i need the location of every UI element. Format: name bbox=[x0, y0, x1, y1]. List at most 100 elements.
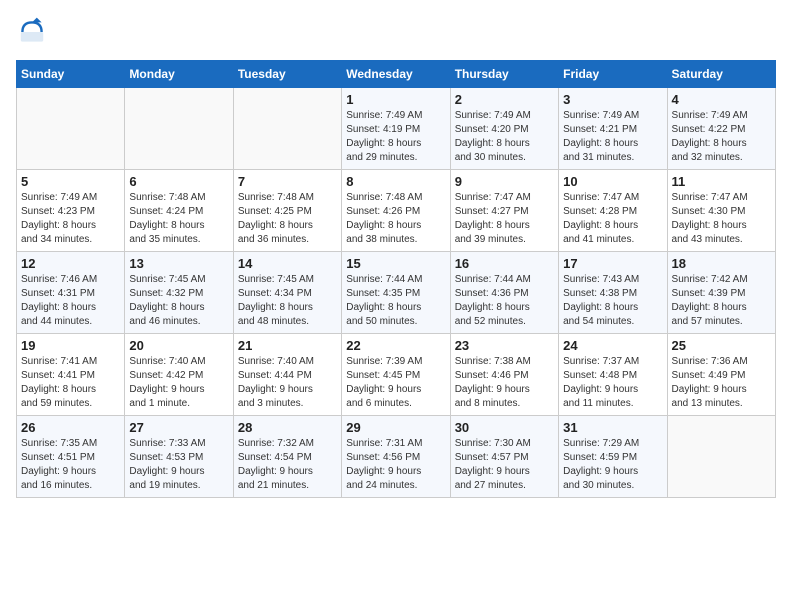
calendar-day-cell: 10 Sunrise: 7:47 AM Sunset: 4:28 PM Dayli… bbox=[559, 170, 667, 252]
day-number: 10 bbox=[563, 174, 662, 189]
calendar-week-row: 12 Sunrise: 7:46 AM Sunset: 4:31 PM Dayli… bbox=[17, 252, 776, 334]
day-content: Sunrise: 7:40 AM Sunset: 4:42 PM Dayligh… bbox=[129, 355, 228, 411]
day-content: Sunrise: 7:47 AM Sunset: 4:30 PM Dayligh… bbox=[672, 191, 771, 247]
day-number: 12 bbox=[21, 256, 120, 271]
calendar-day-cell: 23Sunrise: 7:38 AM Sunset: 4:46 PM Dayli… bbox=[450, 334, 558, 416]
calendar-day-cell: 28 Sunrise: 7:32 AM Sunset: 4:54 PM Dayli… bbox=[233, 416, 341, 498]
calendar-day-cell: 26 Sunrise: 7:35 AM Sunset: 4:51 PM Dayli… bbox=[17, 416, 125, 498]
calendar-day-cell: 27Sunrise: 7:33 AM Sunset: 4:53 PM Dayli… bbox=[125, 416, 233, 498]
day-number: 28 bbox=[238, 420, 337, 435]
day-number: 6 bbox=[129, 174, 228, 189]
day-content: Sunrise: 7:46 AM Sunset: 4:31 PM Dayligh… bbox=[21, 273, 120, 329]
day-content: Sunrise: 7:48 AM Sunset: 4:26 PM Dayligh… bbox=[346, 191, 445, 247]
day-content: Sunrise: 7:42 AM Sunset: 4:39 PM Dayligh… bbox=[672, 273, 771, 329]
calendar-empty-cell bbox=[233, 88, 341, 170]
day-content: Sunrise: 7:48 AM Sunset: 4:25 PM Dayligh… bbox=[238, 191, 337, 247]
day-number: 18 bbox=[672, 256, 771, 271]
day-content: Sunrise: 7:31 AM Sunset: 4:56 PM Dayligh… bbox=[346, 437, 445, 493]
day-content: Sunrise: 7:41 AM Sunset: 4:41 PM Dayligh… bbox=[21, 355, 120, 411]
day-content: Sunrise: 7:39 AM Sunset: 4:45 PM Dayligh… bbox=[346, 355, 445, 411]
calendar-week-row: 1 Sunrise: 7:49 AM Sunset: 4:19 PM Daylig… bbox=[17, 88, 776, 170]
weekday-header: Monday bbox=[125, 61, 233, 88]
calendar-day-cell: 18 Sunrise: 7:42 AM Sunset: 4:39 PM Dayli… bbox=[667, 252, 775, 334]
day-number: 26 bbox=[21, 420, 120, 435]
weekday-header: Saturday bbox=[667, 61, 775, 88]
calendar-day-cell: 16 Sunrise: 7:44 AM Sunset: 4:36 PM Dayli… bbox=[450, 252, 558, 334]
day-content: Sunrise: 7:30 AM Sunset: 4:57 PM Dayligh… bbox=[455, 437, 554, 493]
calendar-week-row: 26 Sunrise: 7:35 AM Sunset: 4:51 PM Dayli… bbox=[17, 416, 776, 498]
day-number: 4 bbox=[672, 92, 771, 107]
day-content: Sunrise: 7:49 AM Sunset: 4:23 PM Dayligh… bbox=[21, 191, 120, 247]
day-content: Sunrise: 7:29 AM Sunset: 4:59 PM Dayligh… bbox=[563, 437, 662, 493]
calendar-day-cell: 19 Sunrise: 7:41 AM Sunset: 4:41 PM Dayli… bbox=[17, 334, 125, 416]
calendar-day-cell: 8 Sunrise: 7:48 AM Sunset: 4:26 PM Daylig… bbox=[342, 170, 450, 252]
day-number: 31 bbox=[563, 420, 662, 435]
day-number: 8 bbox=[346, 174, 445, 189]
calendar-day-cell: 5Sunrise: 7:49 AM Sunset: 4:23 PM Daylig… bbox=[17, 170, 125, 252]
calendar-day-cell: 7Sunrise: 7:48 AM Sunset: 4:25 PM Daylig… bbox=[233, 170, 341, 252]
calendar-header-row: SundayMondayTuesdayWednesdayThursdayFrid… bbox=[17, 61, 776, 88]
calendar-day-cell: 9 Sunrise: 7:47 AM Sunset: 4:27 PM Daylig… bbox=[450, 170, 558, 252]
day-number: 23 bbox=[455, 338, 554, 353]
weekday-header: Thursday bbox=[450, 61, 558, 88]
day-content: Sunrise: 7:47 AM Sunset: 4:28 PM Dayligh… bbox=[563, 191, 662, 247]
day-content: Sunrise: 7:47 AM Sunset: 4:27 PM Dayligh… bbox=[455, 191, 554, 247]
day-number: 13 bbox=[129, 256, 228, 271]
calendar-day-cell: 25 Sunrise: 7:36 AM Sunset: 4:49 PM Dayli… bbox=[667, 334, 775, 416]
calendar-day-cell: 6 Sunrise: 7:48 AM Sunset: 4:24 PM Daylig… bbox=[125, 170, 233, 252]
day-content: Sunrise: 7:49 AM Sunset: 4:21 PM Dayligh… bbox=[563, 109, 662, 165]
weekday-header: Tuesday bbox=[233, 61, 341, 88]
day-content: Sunrise: 7:48 AM Sunset: 4:24 PM Dayligh… bbox=[129, 191, 228, 247]
calendar-day-cell: 21Sunrise: 7:40 AM Sunset: 4:44 PM Dayli… bbox=[233, 334, 341, 416]
calendar-week-row: 19 Sunrise: 7:41 AM Sunset: 4:41 PM Dayli… bbox=[17, 334, 776, 416]
calendar-day-cell: 11 Sunrise: 7:47 AM Sunset: 4:30 PM Dayli… bbox=[667, 170, 775, 252]
calendar-day-cell: 12 Sunrise: 7:46 AM Sunset: 4:31 PM Dayli… bbox=[17, 252, 125, 334]
day-content: Sunrise: 7:45 AM Sunset: 4:32 PM Dayligh… bbox=[129, 273, 228, 329]
logo-icon bbox=[16, 16, 48, 48]
day-content: Sunrise: 7:37 AM Sunset: 4:48 PM Dayligh… bbox=[563, 355, 662, 411]
day-number: 15 bbox=[346, 256, 445, 271]
calendar-day-cell: 17 Sunrise: 7:43 AM Sunset: 4:38 PM Dayli… bbox=[559, 252, 667, 334]
day-content: Sunrise: 7:32 AM Sunset: 4:54 PM Dayligh… bbox=[238, 437, 337, 493]
day-number: 1 bbox=[346, 92, 445, 107]
calendar-day-cell: 31 Sunrise: 7:29 AM Sunset: 4:59 PM Dayli… bbox=[559, 416, 667, 498]
calendar-day-cell: 14Sunrise: 7:45 AM Sunset: 4:34 PM Dayli… bbox=[233, 252, 341, 334]
day-number: 16 bbox=[455, 256, 554, 271]
day-content: Sunrise: 7:44 AM Sunset: 4:35 PM Dayligh… bbox=[346, 273, 445, 329]
weekday-header: Wednesday bbox=[342, 61, 450, 88]
day-number: 9 bbox=[455, 174, 554, 189]
calendar-day-cell: 22Sunrise: 7:39 AM Sunset: 4:45 PM Dayli… bbox=[342, 334, 450, 416]
calendar-day-cell: 4 Sunrise: 7:49 AM Sunset: 4:22 PM Daylig… bbox=[667, 88, 775, 170]
calendar-day-cell: 20 Sunrise: 7:40 AM Sunset: 4:42 PM Dayli… bbox=[125, 334, 233, 416]
day-content: Sunrise: 7:44 AM Sunset: 4:36 PM Dayligh… bbox=[455, 273, 554, 329]
calendar-empty-cell bbox=[17, 88, 125, 170]
day-number: 2 bbox=[455, 92, 554, 107]
calendar-day-cell: 15 Sunrise: 7:44 AM Sunset: 4:35 PM Dayli… bbox=[342, 252, 450, 334]
day-number: 29 bbox=[346, 420, 445, 435]
page-header bbox=[16, 16, 776, 48]
day-content: Sunrise: 7:36 AM Sunset: 4:49 PM Dayligh… bbox=[672, 355, 771, 411]
calendar-day-cell: 1 Sunrise: 7:49 AM Sunset: 4:19 PM Daylig… bbox=[342, 88, 450, 170]
weekday-header: Sunday bbox=[17, 61, 125, 88]
day-number: 11 bbox=[672, 174, 771, 189]
calendar-day-cell: 3Sunrise: 7:49 AM Sunset: 4:21 PM Daylig… bbox=[559, 88, 667, 170]
logo bbox=[16, 16, 52, 48]
day-number: 25 bbox=[672, 338, 771, 353]
day-number: 19 bbox=[21, 338, 120, 353]
day-content: Sunrise: 7:49 AM Sunset: 4:19 PM Dayligh… bbox=[346, 109, 445, 165]
calendar-day-cell: 30 Sunrise: 7:30 AM Sunset: 4:57 PM Dayli… bbox=[450, 416, 558, 498]
day-number: 20 bbox=[129, 338, 228, 353]
day-content: Sunrise: 7:49 AM Sunset: 4:20 PM Dayligh… bbox=[455, 109, 554, 165]
day-content: Sunrise: 7:35 AM Sunset: 4:51 PM Dayligh… bbox=[21, 437, 120, 493]
calendar-day-cell: 29 Sunrise: 7:31 AM Sunset: 4:56 PM Dayli… bbox=[342, 416, 450, 498]
calendar-day-cell: 24Sunrise: 7:37 AM Sunset: 4:48 PM Dayli… bbox=[559, 334, 667, 416]
day-number: 30 bbox=[455, 420, 554, 435]
day-content: Sunrise: 7:49 AM Sunset: 4:22 PM Dayligh… bbox=[672, 109, 771, 165]
weekday-header: Friday bbox=[559, 61, 667, 88]
day-content: Sunrise: 7:43 AM Sunset: 4:38 PM Dayligh… bbox=[563, 273, 662, 329]
day-content: Sunrise: 7:40 AM Sunset: 4:44 PM Dayligh… bbox=[238, 355, 337, 411]
day-number: 17 bbox=[563, 256, 662, 271]
calendar-table: SundayMondayTuesdayWednesdayThursdayFrid… bbox=[16, 60, 776, 498]
calendar-day-cell: 2 Sunrise: 7:49 AM Sunset: 4:20 PM Daylig… bbox=[450, 88, 558, 170]
calendar-day-cell: 13 Sunrise: 7:45 AM Sunset: 4:32 PM Dayli… bbox=[125, 252, 233, 334]
